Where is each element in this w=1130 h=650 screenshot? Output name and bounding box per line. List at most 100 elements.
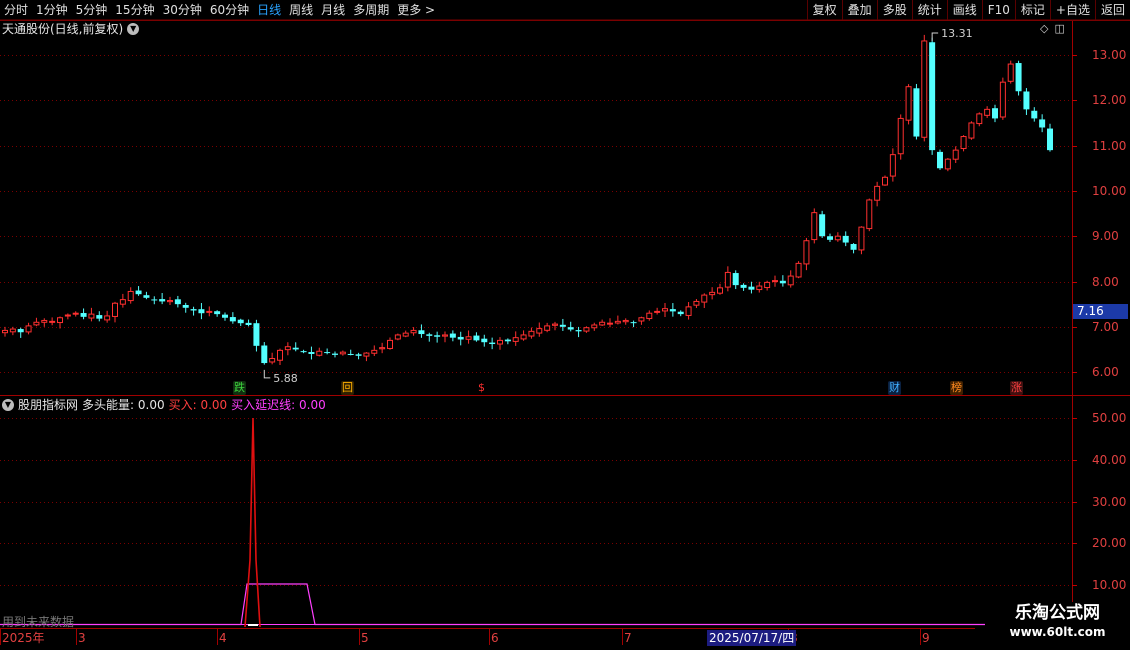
price-axis-label: 11.00 (1092, 138, 1127, 153)
long-energy-spike (244, 417, 261, 628)
candle-body (654, 310, 661, 313)
price-callout-line (263, 369, 271, 379)
candle-body (277, 349, 283, 361)
candle-body (842, 235, 849, 243)
indicator-axis-label: 40.00 (1092, 452, 1127, 467)
candle-body (999, 81, 1006, 118)
candle-body (536, 328, 543, 334)
candle-body (497, 339, 503, 345)
candle-body (229, 317, 236, 322)
buy-value: 买入: 0.00 (168, 398, 228, 412)
price-axis-label: 10.00 (1092, 183, 1127, 198)
candle-body (316, 350, 323, 356)
candle-body (559, 324, 566, 327)
candle-body (882, 176, 888, 186)
candle-body (25, 325, 32, 333)
candle-body (363, 352, 370, 357)
candle-body (937, 151, 943, 169)
candle-body (49, 320, 56, 323)
date-axis-label: 3 (78, 631, 86, 645)
candle-body (489, 342, 496, 345)
candle-body (151, 299, 158, 301)
candle-body (976, 113, 983, 125)
candle-body (104, 315, 111, 321)
candle-body (717, 287, 723, 294)
candle-body (583, 327, 590, 332)
chevron-down-icon[interactable]: ▼ (2, 399, 14, 411)
candle-body (858, 226, 865, 251)
price-axis-label: 12.00 (1092, 92, 1127, 107)
candle-body (159, 299, 166, 302)
candle-body (481, 338, 488, 343)
candle-body (174, 299, 181, 305)
candle-body (284, 346, 291, 351)
buy-delay-line (0, 583, 1072, 626)
selected-date: 2025/07/17/四 (707, 630, 797, 646)
candle-body (355, 354, 362, 356)
candle-body (662, 308, 668, 312)
event-marker[interactable]: $ (475, 381, 488, 395)
candle-body (984, 108, 991, 116)
candle-body (434, 335, 441, 337)
candle-body (457, 336, 464, 340)
candle-body (339, 351, 346, 355)
candle-body (607, 322, 613, 325)
candle-body (921, 40, 928, 138)
candle-body (72, 312, 79, 315)
candle-body (17, 329, 24, 333)
candle-body (764, 281, 771, 289)
indicator-name: 股朋指标网 (18, 398, 79, 412)
price-axis-label: 8.00 (1092, 274, 1119, 289)
candle-body (1047, 128, 1053, 151)
candle-body (567, 327, 574, 330)
date-axis-label: 9 (922, 631, 930, 645)
event-marker[interactable]: 跌 (233, 381, 246, 395)
candle-body (850, 244, 857, 250)
candle-body (206, 310, 213, 313)
candle-body (960, 136, 967, 150)
candle-body (646, 312, 653, 320)
candle-body (1007, 63, 1014, 82)
candle-body (214, 311, 221, 315)
candle-body (182, 305, 189, 308)
price-axis-label: 6.00 (1092, 364, 1119, 379)
candle-body (308, 352, 315, 354)
candle-body (740, 284, 747, 288)
indicator-axis-label: 30.00 (1092, 494, 1127, 509)
candle-body (992, 108, 998, 119)
candle-body (245, 322, 252, 325)
candle-body (504, 339, 511, 342)
indicator-axis-label: 10.00 (1092, 577, 1127, 592)
candle-body (465, 336, 472, 340)
candle-body (442, 334, 448, 337)
candle-body (677, 311, 684, 315)
candle-body (819, 214, 826, 237)
candle-body (1015, 63, 1022, 92)
candle-body (866, 199, 873, 230)
candle-body (426, 334, 433, 336)
candle-body (638, 317, 645, 322)
candle-body (347, 353, 354, 355)
candle-body (929, 42, 936, 151)
price-axis-label: 9.00 (1092, 228, 1119, 243)
event-marker[interactable]: 财 (888, 381, 901, 395)
price-callout-label: 5.88 (273, 372, 298, 385)
chart-canvas[interactable]: 13.31 5.88 (0, 0, 1130, 650)
candle-body (57, 317, 63, 324)
candle-body (952, 149, 959, 160)
candle-body (591, 324, 598, 329)
candle-body (387, 339, 393, 349)
event-marker[interactable]: 榜 (950, 381, 963, 395)
candle-body (811, 212, 818, 241)
event-marker[interactable]: 涨 (1010, 381, 1023, 395)
indicator-axis-label: 50.00 (1092, 410, 1127, 425)
date-axis-label: 6 (491, 631, 499, 645)
candle-body (795, 262, 802, 278)
event-marker[interactable]: 回 (341, 381, 354, 395)
candle-body (874, 185, 881, 201)
candle-body (64, 314, 71, 317)
indicator-axis-label: 20.00 (1092, 535, 1127, 550)
candle-body (544, 325, 551, 331)
candle-body (473, 335, 480, 341)
candle-body (913, 88, 920, 137)
